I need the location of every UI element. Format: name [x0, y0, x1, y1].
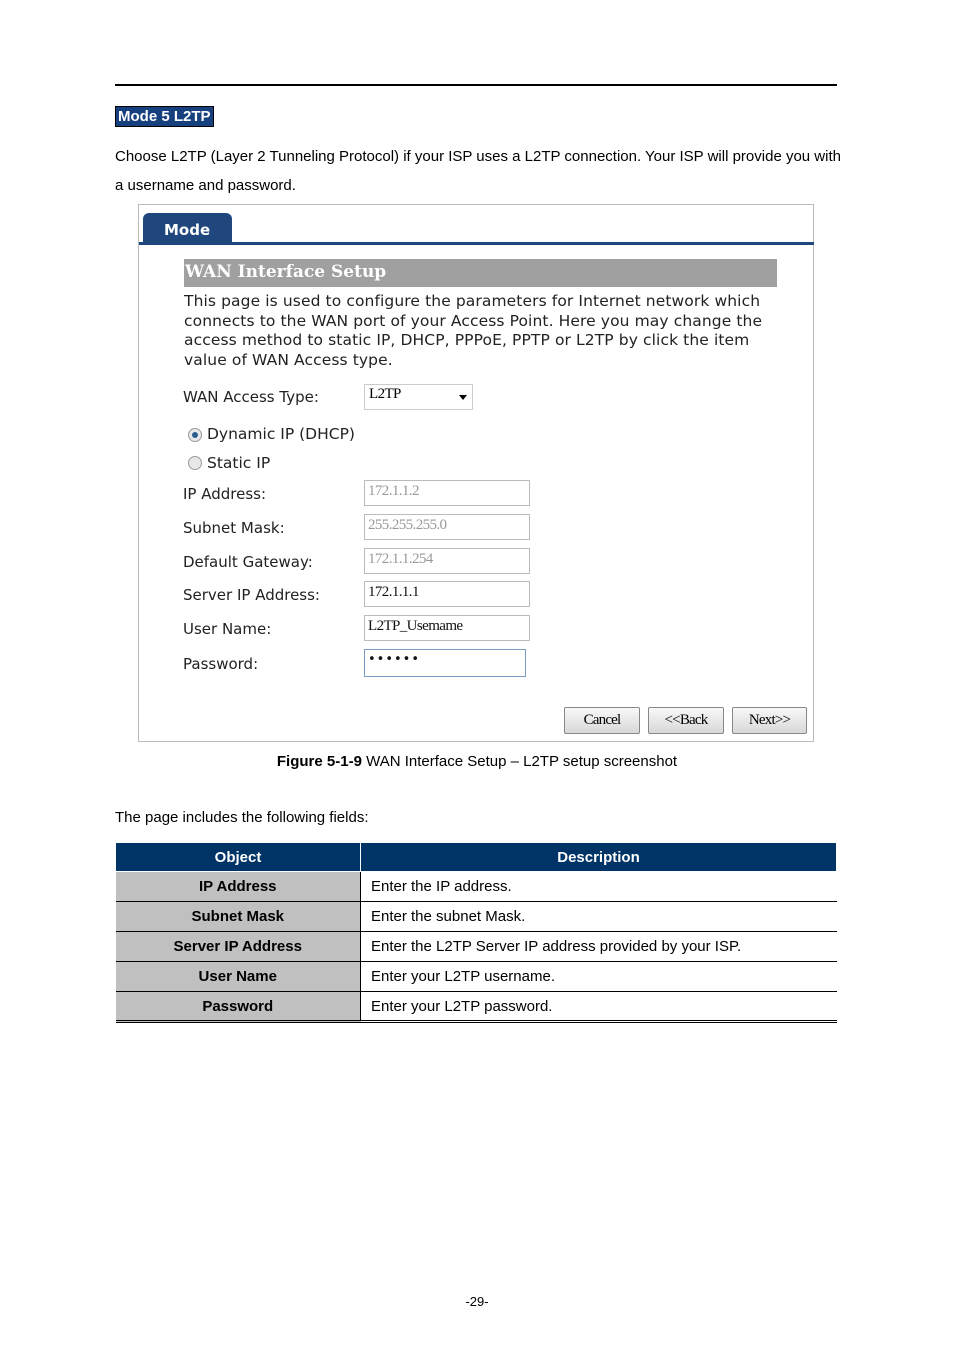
fields-intro: The page includes the following fields:	[115, 809, 369, 826]
description-cell: Enter the subnet Mask.	[360, 901, 837, 932]
table-header-row: Object Description	[115, 840, 837, 872]
description-cell: Enter the L2TP Server IP address provide…	[360, 931, 837, 962]
next-button[interactable]: Next>>	[732, 707, 807, 734]
ip-address-label: IP Address:	[183, 485, 267, 503]
ip-address-input[interactable]: 172.1.1.2	[364, 480, 530, 506]
object-cell: User Name	[115, 961, 361, 992]
figure-text: WAN Interface Setup – L2TP setup screens…	[361, 753, 678, 770]
table-row: User Name Enter your L2TP username.	[115, 961, 837, 992]
object-cell: Subnet Mask	[115, 901, 361, 932]
description-cell: Enter your L2TP username.	[360, 961, 837, 992]
figure-label: Figure 5-1-9	[276, 753, 362, 770]
panel-description: This page is used to configure the param…	[184, 292, 763, 369]
default-gateway-input[interactable]: 172.1.1.254	[364, 548, 530, 574]
tab-mode[interactable]: Mode	[143, 213, 232, 243]
object-cell: Password	[115, 991, 361, 1022]
wan-setup-screenshot: Mode WAN Interface Setup This page is us…	[138, 204, 814, 742]
user-name-input[interactable]: L2TP_Usemame	[364, 615, 530, 641]
radio-static-ip-label: Static IP	[207, 454, 271, 472]
back-button[interactable]: <<Back	[648, 707, 724, 734]
header-object: Object	[115, 840, 361, 872]
object-cell: Server IP Address	[115, 931, 361, 962]
table-row: Subnet Mask Enter the subnet Mask.	[115, 901, 837, 932]
default-gateway-label: Default Gateway:	[183, 553, 313, 571]
server-ip-label: Server IP Address:	[183, 586, 320, 604]
table-row: Server IP Address Enter the L2TP Server I…	[115, 931, 837, 962]
user-name-label: User Name:	[183, 620, 272, 638]
description-cell: Enter your L2TP password.	[360, 991, 837, 1022]
password-input[interactable]: ••••••	[364, 649, 526, 677]
radio-static-ip[interactable]	[188, 456, 202, 470]
top-rule	[115, 84, 837, 86]
description-cell: Enter the IP address.	[360, 871, 837, 902]
intro-paragraph: Choose L2TP (Layer 2 Tunneling Protocol)…	[115, 148, 841, 194]
radio-dynamic-ip-label: Dynamic IP (DHCP)	[207, 425, 355, 443]
fields-table: Object Description IP Address Enter the I…	[115, 840, 837, 1023]
wan-access-type-select[interactable]: L2TP	[364, 384, 473, 410]
server-ip-input[interactable]: 172.1.1.1	[364, 581, 530, 607]
cancel-button[interactable]: Cancel	[564, 707, 640, 734]
subnet-mask-label: Subnet Mask:	[183, 519, 285, 537]
header-description: Description	[360, 840, 837, 872]
tab-underline	[139, 242, 814, 245]
subnet-mask-input[interactable]: 255.255.255.0	[364, 514, 530, 540]
password-label: Password:	[183, 655, 259, 673]
section-heading: Mode 5 L2TP	[115, 106, 214, 127]
panel-header: WAN Interface Setup	[184, 259, 777, 287]
wan-access-type-label: WAN Access Type:	[183, 388, 319, 406]
object-cell: IP Address	[115, 871, 361, 902]
select-value: L2TP	[369, 386, 401, 402]
figure-caption: Figure 5-1-9 WAN Interface Setup – L2TP …	[0, 753, 954, 770]
table-row: Password Enter your L2TP password.	[115, 991, 837, 1022]
radio-dynamic-ip[interactable]	[188, 428, 202, 442]
table-row: IP Address Enter the IP address.	[115, 871, 837, 902]
page-number: -29-	[465, 1294, 489, 1309]
chevron-down-icon	[459, 395, 467, 400]
